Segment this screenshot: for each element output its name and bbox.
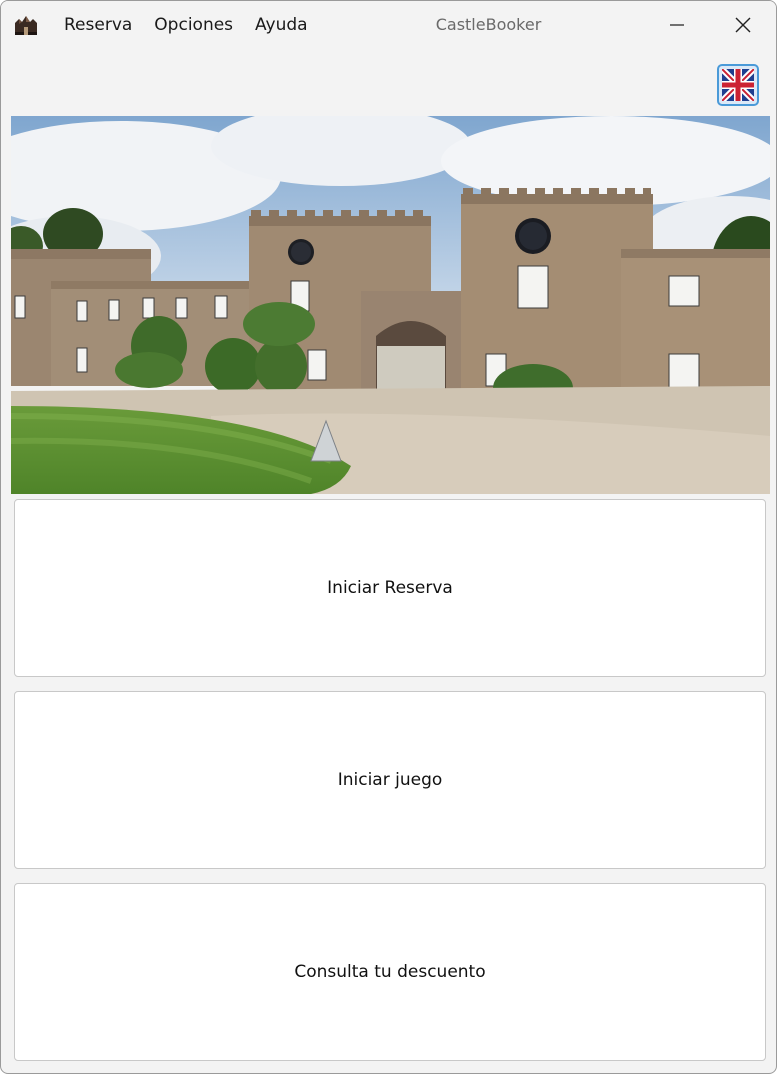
menu-bar: Reserva Opciones Ayuda (53, 1, 319, 49)
castle-photo (11, 116, 770, 494)
check-discount-button[interactable]: Consulta tu descuento (14, 883, 766, 1061)
app-window: Reserva Opciones Ayuda CastleBooker Inic… (0, 0, 777, 1074)
language-button[interactable] (717, 64, 759, 106)
title-bar: Reserva Opciones Ayuda CastleBooker (1, 1, 776, 49)
start-game-button[interactable]: Iniciar juego (14, 691, 766, 869)
start-booking-button[interactable]: Iniciar Reserva (14, 499, 766, 677)
castle-app-icon (15, 16, 37, 35)
menu-ayuda[interactable]: Ayuda (244, 1, 319, 49)
uk-flag-icon (722, 69, 754, 101)
menu-reserva[interactable]: Reserva (53, 1, 143, 49)
minimize-icon (670, 24, 684, 26)
menu-opciones[interactable]: Opciones (143, 1, 244, 49)
minimize-button[interactable] (645, 1, 709, 49)
close-button[interactable] (711, 1, 775, 49)
close-icon (735, 17, 751, 33)
